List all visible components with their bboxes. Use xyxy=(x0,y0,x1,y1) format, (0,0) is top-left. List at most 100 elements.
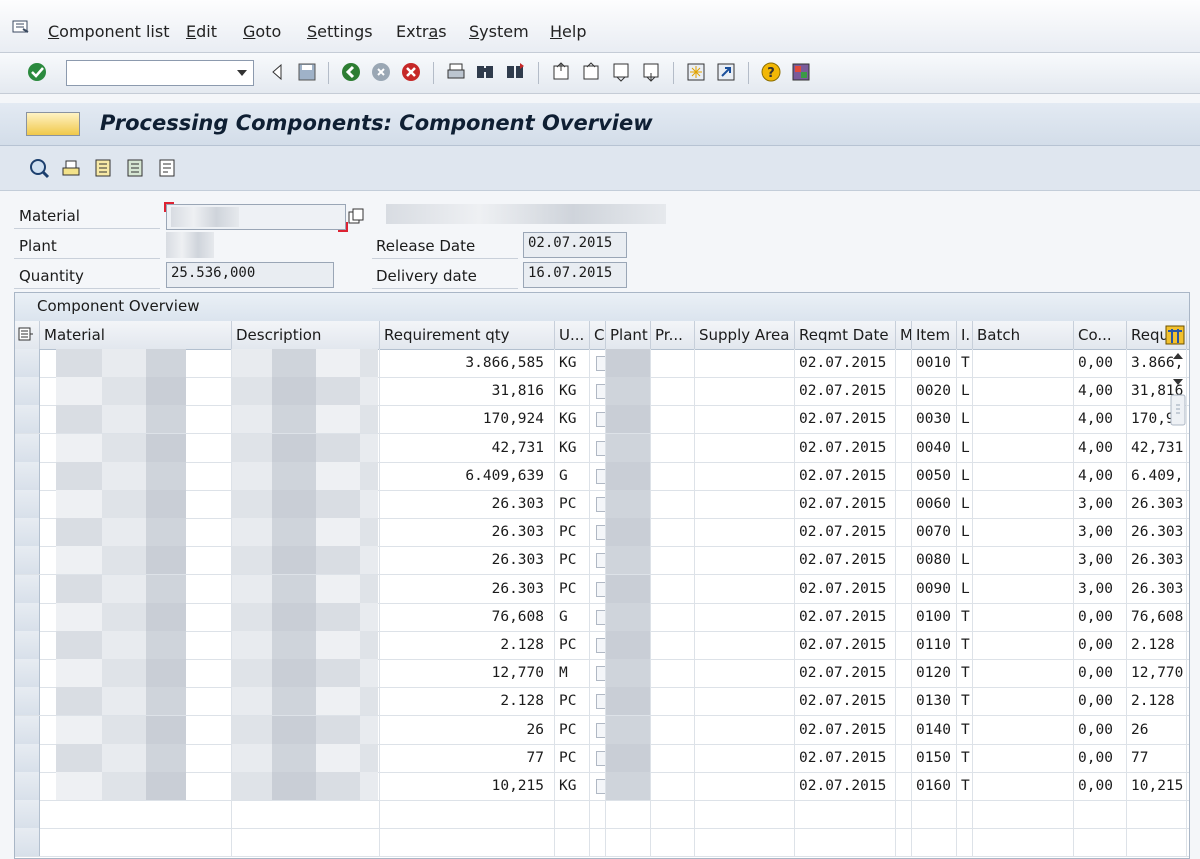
row-selector[interactable] xyxy=(15,490,40,518)
column-header-pr[interactable]: Pr... xyxy=(651,321,695,349)
row-selector[interactable] xyxy=(15,631,40,659)
column-header-supply-area[interactable]: Supply Area xyxy=(695,321,795,349)
back-icon[interactable] xyxy=(340,61,362,83)
row-selector[interactable] xyxy=(15,461,40,490)
table-row[interactable]: 42,731 KG 02.07.2015 0040 L 4,00 42,731 xyxy=(15,433,1189,463)
material-field[interactable] xyxy=(166,204,346,230)
menu-item-settings[interactable]: Settings xyxy=(307,22,373,41)
row-selector[interactable] xyxy=(15,687,40,716)
menu-item-component-list[interactable]: Component list xyxy=(48,22,169,41)
transaction-icon[interactable] xyxy=(26,112,80,136)
table-row[interactable]: 26 PC 02.07.2015 0140 T 0,00 26 xyxy=(15,715,1189,745)
document-icon[interactable] xyxy=(156,157,178,179)
next-page-icon[interactable] xyxy=(610,61,632,83)
table-row[interactable]: 76,608 G 02.07.2015 0100 T 0,00 76,608 xyxy=(15,602,1189,632)
print-icon[interactable] xyxy=(445,61,467,83)
checkbox[interactable] xyxy=(596,722,605,738)
row-selector[interactable] xyxy=(15,743,40,772)
row-selector[interactable] xyxy=(15,349,40,377)
row-selector[interactable] xyxy=(15,574,40,603)
table-row[interactable]: 6.409,639 G 02.07.2015 0050 L 4,00 6.409, xyxy=(15,461,1189,491)
table-row[interactable]: 170,924 KG 02.07.2015 0030 L 4,00 170,92 xyxy=(15,405,1189,435)
release-date-field[interactable]: 02.07.2015 xyxy=(523,232,627,258)
column-header-unit[interactable]: U... xyxy=(555,321,590,349)
checkbox[interactable] xyxy=(596,666,605,682)
table-row[interactable]: 3.866,585 KG 02.07.2015 0010 T 0,00 3.866, xyxy=(15,349,1189,378)
checkbox[interactable] xyxy=(596,497,605,512)
checkbox[interactable] xyxy=(596,638,605,653)
checkbox[interactable] xyxy=(596,581,605,597)
save-icon[interactable] xyxy=(296,61,318,83)
row-selector[interactable] xyxy=(15,828,40,857)
column-header-requirement-qty[interactable]: Requirement qty xyxy=(380,321,555,349)
column-header-ic[interactable]: I. xyxy=(957,321,973,349)
enter-icon[interactable] xyxy=(26,61,48,83)
table-row[interactable]: 26.303 PC 02.07.2015 0060 L 3,00 26.303 xyxy=(15,490,1189,519)
checkbox[interactable] xyxy=(596,468,605,484)
column-header-m[interactable]: M xyxy=(896,321,912,349)
back-triangle-icon[interactable] xyxy=(266,61,288,83)
menu-item-goto[interactable]: Goto xyxy=(243,22,281,41)
column-layout-icon[interactable] xyxy=(1165,325,1185,345)
column-header-reqmt-date[interactable]: Reqmt Date xyxy=(795,321,896,349)
cancel-icon[interactable] xyxy=(400,61,422,83)
table-row[interactable] xyxy=(15,800,1189,830)
row-selector[interactable] xyxy=(15,772,40,800)
menu-item-system[interactable]: System xyxy=(469,22,529,41)
table-row[interactable]: 10,215 KG 02.07.2015 0160 T 0,00 10,215 xyxy=(15,772,1189,801)
select-all-icon[interactable] xyxy=(15,321,40,349)
table-row[interactable]: 26.303 PC 02.07.2015 0090 L 3,00 26.303 xyxy=(15,574,1189,604)
print-list-icon[interactable] xyxy=(60,157,82,179)
row-selector[interactable] xyxy=(15,377,40,406)
row-selector[interactable] xyxy=(15,433,40,462)
table-row[interactable]: 26.303 PC 02.07.2015 0080 L 3,00 26.303 xyxy=(15,546,1189,576)
checkbox[interactable] xyxy=(596,356,605,371)
checkbox[interactable] xyxy=(596,384,605,400)
find-next-icon[interactable] xyxy=(504,61,526,83)
column-header-material[interactable]: Material xyxy=(40,321,232,349)
table-row[interactable]: 31,816 KG 02.07.2015 0020 L 4,00 31,816 xyxy=(15,377,1189,407)
checkbox[interactable] xyxy=(596,779,605,794)
checkbox[interactable] xyxy=(596,525,605,541)
column-header-description[interactable]: Description xyxy=(232,321,380,349)
checkbox[interactable] xyxy=(596,553,605,569)
row-selector[interactable] xyxy=(15,602,40,631)
find-icon[interactable] xyxy=(474,61,496,83)
grid-scrollbar[interactable] xyxy=(1169,349,1187,429)
list-variant-icon[interactable] xyxy=(124,157,146,179)
column-header-batch[interactable]: Batch xyxy=(973,321,1074,349)
row-selector[interactable] xyxy=(15,659,40,688)
checkbox[interactable] xyxy=(596,694,605,710)
list-icon[interactable] xyxy=(92,157,114,179)
command-field[interactable] xyxy=(66,60,254,86)
table-row[interactable]: 26.303 PC 02.07.2015 0070 L 3,00 26.303 xyxy=(15,518,1189,548)
row-selector[interactable] xyxy=(15,405,40,434)
checkbox[interactable] xyxy=(596,609,605,625)
row-selector[interactable] xyxy=(15,715,40,744)
checkbox[interactable] xyxy=(596,440,605,456)
table-row[interactable] xyxy=(15,828,1189,858)
table-row[interactable]: 2.128 PC 02.07.2015 0110 T 0,00 2.128 xyxy=(15,631,1189,660)
table-row[interactable]: 2.128 PC 02.07.2015 0130 T 0,00 2.128 xyxy=(15,687,1189,717)
menu-item-help[interactable]: Help xyxy=(550,22,586,41)
column-header-co[interactable]: Co... xyxy=(1074,321,1127,349)
display-details-icon[interactable] xyxy=(28,157,50,179)
customize-layout-icon[interactable] xyxy=(790,61,812,83)
row-selector[interactable] xyxy=(15,546,40,575)
chevron-down-icon[interactable] xyxy=(237,70,247,76)
exit-icon[interactable] xyxy=(370,61,392,83)
column-header-c[interactable]: C xyxy=(590,321,606,349)
table-row[interactable]: 77 PC 02.07.2015 0150 T 0,00 77 xyxy=(15,743,1189,773)
create-session-icon[interactable] xyxy=(685,61,707,83)
checkbox[interactable] xyxy=(596,750,605,766)
copy-icon[interactable] xyxy=(347,207,365,225)
menu-item-extras[interactable]: Extras xyxy=(396,22,447,41)
previous-page-icon[interactable] xyxy=(580,61,602,83)
help-icon[interactable]: ? xyxy=(760,61,782,83)
menu-item-edit[interactable]: Edit xyxy=(186,22,217,41)
row-selector[interactable] xyxy=(15,800,40,829)
table-row[interactable]: 12,770 M 02.07.2015 0120 T 0,00 12,770 xyxy=(15,659,1189,689)
menu-icon[interactable] xyxy=(12,20,30,34)
last-page-icon[interactable] xyxy=(640,61,662,83)
row-selector[interactable] xyxy=(15,518,40,547)
